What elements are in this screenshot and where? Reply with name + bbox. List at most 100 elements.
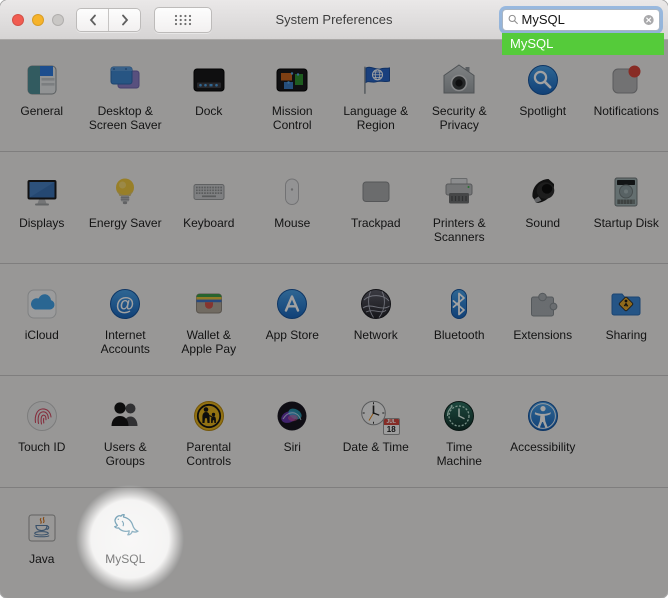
close-button[interactable]	[12, 14, 24, 26]
search-input[interactable]	[522, 12, 640, 27]
pref-tile-label: Wallet & Apple Pay	[172, 328, 246, 356]
pref-tile-label: Desktop & Screen Saver	[88, 104, 162, 132]
prefs-row-2: Displays Energy Saver Keyboard Mouse Trackpa…	[0, 152, 668, 264]
pref-tile-general[interactable]: General	[0, 40, 84, 151]
pref-tile-label: Sharing	[606, 328, 647, 342]
pref-tile-time-machine[interactable]: Time Machine	[418, 376, 502, 487]
pref-tile-label: General	[20, 104, 63, 118]
calendar-day: 18	[384, 425, 399, 434]
mouse-icon	[272, 172, 312, 212]
startup-disk-icon	[606, 172, 646, 212]
network-icon	[356, 284, 396, 324]
pref-tile-java[interactable]: Java	[0, 488, 84, 598]
search-field[interactable]	[502, 9, 660, 31]
prefs-grid: General Desktop & Screen Saver Dock Mission…	[0, 40, 668, 598]
pref-tile-label: Siri	[284, 440, 301, 454]
search-area: MySQL	[502, 9, 660, 31]
pref-tile-spotlight[interactable]: Spotlight	[501, 40, 585, 151]
pref-tile-desktop-screen-saver[interactable]: Desktop & Screen Saver	[84, 40, 168, 151]
pref-tile-security-privacy[interactable]: Security & Privacy	[418, 40, 502, 151]
pref-tile-date-time[interactable]: JUL18 Date & Time	[334, 376, 418, 487]
app-store-icon	[272, 284, 312, 324]
pref-tile-label: Mission Control	[255, 104, 329, 132]
mysql-icon	[105, 508, 145, 548]
java-icon	[22, 508, 62, 548]
pref-tile-keyboard[interactable]: Keyboard	[167, 152, 251, 263]
printers-scanners-icon	[439, 172, 479, 212]
pref-tile-label: Accessibility	[510, 440, 575, 454]
grid-dots-icon	[173, 13, 193, 27]
pref-tile-mysql[interactable]: MySQL	[84, 488, 168, 598]
pref-tile-label: Sound	[525, 216, 560, 230]
accessibility-icon	[523, 396, 563, 436]
pref-tile-app-store[interactable]: App Store	[251, 264, 335, 375]
pref-tile-printers-scanners[interactable]: Printers & Scanners	[418, 152, 502, 263]
prefs-row-1: General Desktop & Screen Saver Dock Mission…	[0, 40, 668, 152]
pref-tile-label: Parental Controls	[172, 440, 246, 468]
prefs-row-5: Java MySQL	[0, 488, 668, 598]
icloud-icon	[22, 284, 62, 324]
pref-tile-dock[interactable]: Dock	[167, 40, 251, 151]
minimize-button[interactable]	[32, 14, 44, 26]
pref-tile-mouse[interactable]: Mouse	[251, 152, 335, 263]
pref-tile-sharing[interactable]: Sharing	[585, 264, 668, 375]
pref-tile-notifications[interactable]: Notifications	[585, 40, 668, 151]
general-icon	[22, 60, 62, 100]
wallet-applepay-icon	[189, 284, 229, 324]
internet-accounts-icon	[105, 284, 145, 324]
pref-tile-parental-controls[interactable]: Parental Controls	[167, 376, 251, 487]
users-groups-icon	[105, 396, 145, 436]
pref-tile-label: Notifications	[594, 104, 659, 118]
pref-tile-label: Bluetooth	[434, 328, 485, 342]
search-magnifier-icon	[508, 13, 519, 26]
siri-icon	[272, 396, 312, 436]
mission-control-icon	[272, 60, 312, 100]
chevron-left-icon	[88, 13, 98, 27]
pref-tile-accessibility[interactable]: Accessibility	[501, 376, 585, 487]
pref-tile-label: Energy Saver	[89, 216, 162, 230]
pref-tile-label: Dock	[195, 104, 222, 118]
chevron-right-icon	[120, 13, 130, 27]
pref-tile-extensions[interactable]: Extensions	[501, 264, 585, 375]
pref-tile-label: Extensions	[513, 328, 572, 342]
nav-buttons	[76, 8, 141, 32]
clear-search-icon[interactable]	[643, 13, 654, 27]
show-all-button[interactable]	[154, 7, 212, 33]
pref-tile-label: Trackpad	[351, 216, 401, 230]
pref-tile-siri[interactable]: Siri	[251, 376, 335, 487]
pref-tile-label: Date & Time	[343, 440, 409, 454]
touch-id-icon	[22, 396, 62, 436]
back-button[interactable]	[77, 9, 108, 31]
pref-tile-displays[interactable]: Displays	[0, 152, 84, 263]
security-privacy-icon	[439, 60, 479, 100]
search-result-mysql[interactable]: MySQL	[502, 33, 664, 55]
pref-tile-network[interactable]: Network	[334, 264, 418, 375]
date-time-icon: JUL18	[356, 396, 396, 436]
pref-tile-label: Touch ID	[18, 440, 65, 454]
time-machine-icon	[439, 396, 479, 436]
prefs-row-4: Touch ID Users & GroupsParental Controls S…	[0, 376, 668, 488]
pref-tile-internet-accounts[interactable]: Internet Accounts	[84, 264, 168, 375]
pref-tile-trackpad[interactable]: Trackpad	[334, 152, 418, 263]
pref-tile-energy-saver[interactable]: Energy Saver	[84, 152, 168, 263]
pref-tile-label: Time Machine	[422, 440, 496, 468]
pref-tile-label: iCloud	[25, 328, 59, 342]
pref-tile-touch-id[interactable]: Touch ID	[0, 376, 84, 487]
pref-tile-label: Mouse	[274, 216, 310, 230]
pref-tile-label: Network	[354, 328, 398, 342]
sharing-icon	[606, 284, 646, 324]
pref-tile-bluetooth[interactable]: Bluetooth	[418, 264, 502, 375]
pref-tile-icloud[interactable]: iCloud	[0, 264, 84, 375]
pref-tile-users-groups[interactable]: Users & Groups	[84, 376, 168, 487]
pref-tile-label: MySQL	[105, 552, 145, 566]
forward-button[interactable]	[108, 9, 140, 31]
pref-tile-startup-disk[interactable]: Startup Disk	[585, 152, 668, 263]
dock-icon	[189, 60, 229, 100]
system-preferences-window: System Preferences MySQL GeneralDesktop …	[0, 0, 668, 598]
extensions-icon	[523, 284, 563, 324]
pref-tile-label: Startup Disk	[594, 216, 659, 230]
pref-tile-language-region[interactable]: Language & Region	[334, 40, 418, 151]
pref-tile-sound[interactable]: Sound	[501, 152, 585, 263]
pref-tile-wallet-apple-pay[interactable]: Wallet & Apple Pay	[167, 264, 251, 375]
pref-tile-mission-control[interactable]: Mission Control	[251, 40, 335, 151]
